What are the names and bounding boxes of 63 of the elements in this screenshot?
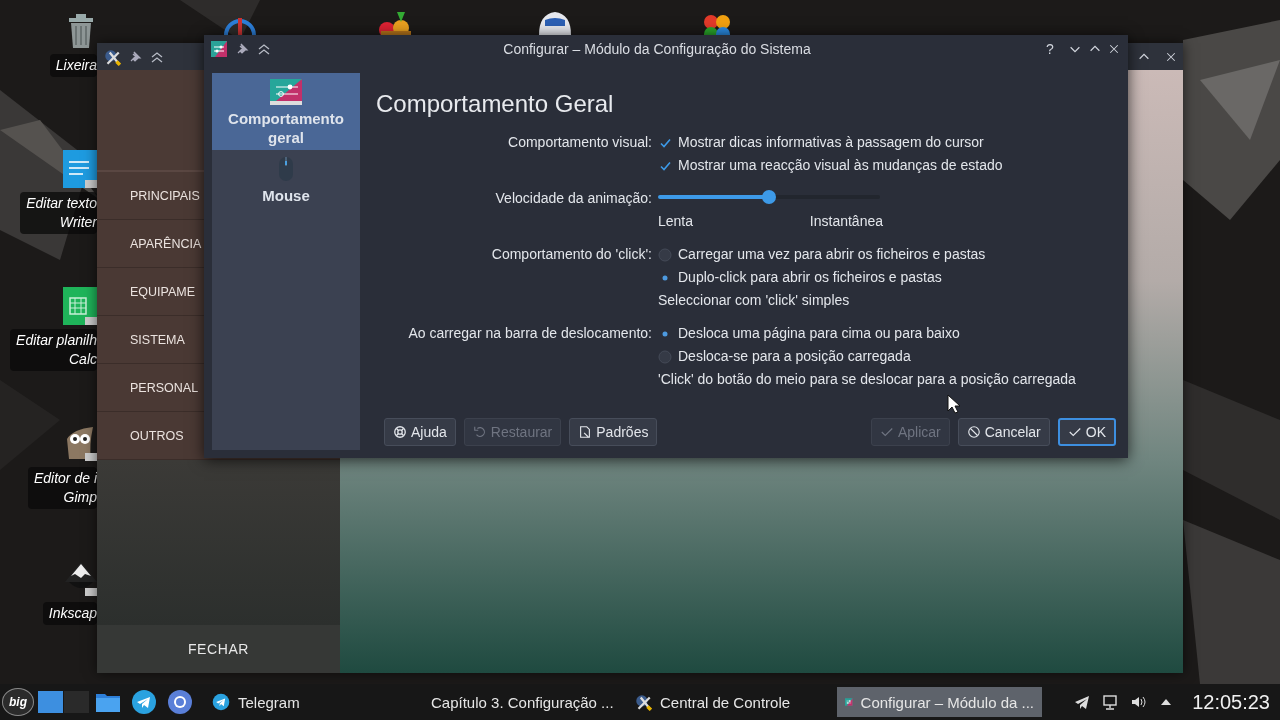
dialog-button[interactable]: Ajuda bbox=[384, 418, 456, 446]
undo-icon bbox=[472, 425, 487, 439]
window-title: Configurar – Módulo da Configuração do Sistema bbox=[502, 41, 812, 57]
mouse-icon bbox=[277, 156, 295, 182]
menu-item[interactable]: PRINCIPAIS bbox=[97, 172, 204, 219]
task-button[interactable]: Telegram bbox=[204, 687, 409, 717]
document-icon[interactable] bbox=[63, 150, 97, 188]
radio-button[interactable] bbox=[658, 349, 672, 364]
task-button[interactable]: Capítulo 3. Configuração ... bbox=[415, 687, 620, 717]
launcher-logo[interactable]: big bbox=[2, 688, 34, 716]
field-label: Comportamento visual: bbox=[507, 133, 652, 152]
telegram-icon[interactable] bbox=[131, 689, 157, 715]
dialog-button[interactable]: Padrões bbox=[569, 418, 658, 446]
option-text: Seleccionar com 'click' simples bbox=[658, 291, 851, 310]
volume-icon[interactable] bbox=[1130, 694, 1147, 710]
radio-label[interactable]: Duplo-click para abrir os ficheiros e pastas bbox=[678, 266, 942, 289]
task-button[interactable]: Configurar – Módulo da ... bbox=[837, 687, 1042, 717]
cancel-icon bbox=[966, 425, 981, 439]
sidebar-item[interactable]: Mouse bbox=[212, 150, 360, 208]
task-button[interactable]: Central de Controle bbox=[626, 687, 831, 717]
cursor-icon bbox=[947, 394, 961, 414]
radio-button[interactable] bbox=[658, 247, 672, 262]
page-heading: Comportamento Geral bbox=[376, 89, 615, 119]
icon-label[interactable]: Writer bbox=[59, 213, 97, 232]
slider-handle[interactable] bbox=[762, 190, 776, 204]
checkbox-label[interactable]: Mostrar uma reacção visual às mudanças de estado bbox=[678, 154, 1003, 177]
field-label: Comportamento do 'click': bbox=[490, 245, 652, 264]
help-button[interactable]: ? bbox=[1042, 41, 1058, 57]
browser-icon[interactable] bbox=[167, 689, 193, 715]
tools-icon bbox=[634, 693, 652, 711]
spreadsheet-icon[interactable] bbox=[63, 287, 97, 325]
close-icon[interactable] bbox=[1165, 50, 1177, 63]
radio-label[interactable]: Carregar uma vez para abrir os ficheiros e pastas bbox=[678, 243, 986, 266]
check-icon bbox=[879, 425, 894, 439]
check-icon bbox=[1067, 425, 1082, 439]
field-label: Velocidade da animação: bbox=[494, 189, 652, 208]
network-icon[interactable] bbox=[1102, 694, 1119, 710]
radio-label[interactable]: Desloca uma página para cima ou para baixo bbox=[678, 322, 960, 345]
scale-label: Lenta bbox=[658, 212, 694, 231]
checkbox-label[interactable]: Mostrar dicas informativas à passagem do cursor bbox=[678, 131, 984, 154]
icon-label[interactable]: Gimp bbox=[63, 488, 97, 507]
icon-label[interactable]: Editor de i bbox=[33, 469, 97, 488]
dialog-button[interactable]: Cancelar bbox=[957, 418, 1050, 446]
icon-label[interactable]: Editar planilh bbox=[16, 331, 97, 350]
field-label: Ao carregar na barra de deslocamento: bbox=[407, 324, 652, 343]
sidebar-item[interactable]: Comportamento geral bbox=[212, 73, 360, 150]
close-link[interactable]: FECHAR bbox=[187, 641, 250, 657]
settings-icon[interactable] bbox=[210, 41, 228, 57]
close-icon[interactable] bbox=[1108, 43, 1120, 55]
help-icon bbox=[393, 425, 407, 439]
icon-label[interactable]: Editar texto bbox=[26, 194, 97, 213]
inkscape-icon[interactable] bbox=[63, 560, 97, 598]
radio-label[interactable]: Desloca-se para a posição carregada bbox=[678, 345, 911, 368]
tools-icon[interactable] bbox=[103, 47, 121, 66]
option-text: 'Click' do botão do meio para se deslocar para a posição carregada bbox=[658, 370, 1077, 389]
telegram-icon bbox=[212, 693, 230, 711]
icon-label[interactable]: Calc bbox=[69, 350, 97, 369]
clock[interactable]: 12:05:23 bbox=[1192, 690, 1270, 714]
document-icon bbox=[578, 425, 593, 439]
telegram-icon[interactable] bbox=[1074, 694, 1091, 710]
scale-label: Instantânea bbox=[809, 212, 883, 231]
dialog-button[interactable]: OK bbox=[1057, 418, 1116, 446]
sliders-icon bbox=[270, 79, 302, 105]
